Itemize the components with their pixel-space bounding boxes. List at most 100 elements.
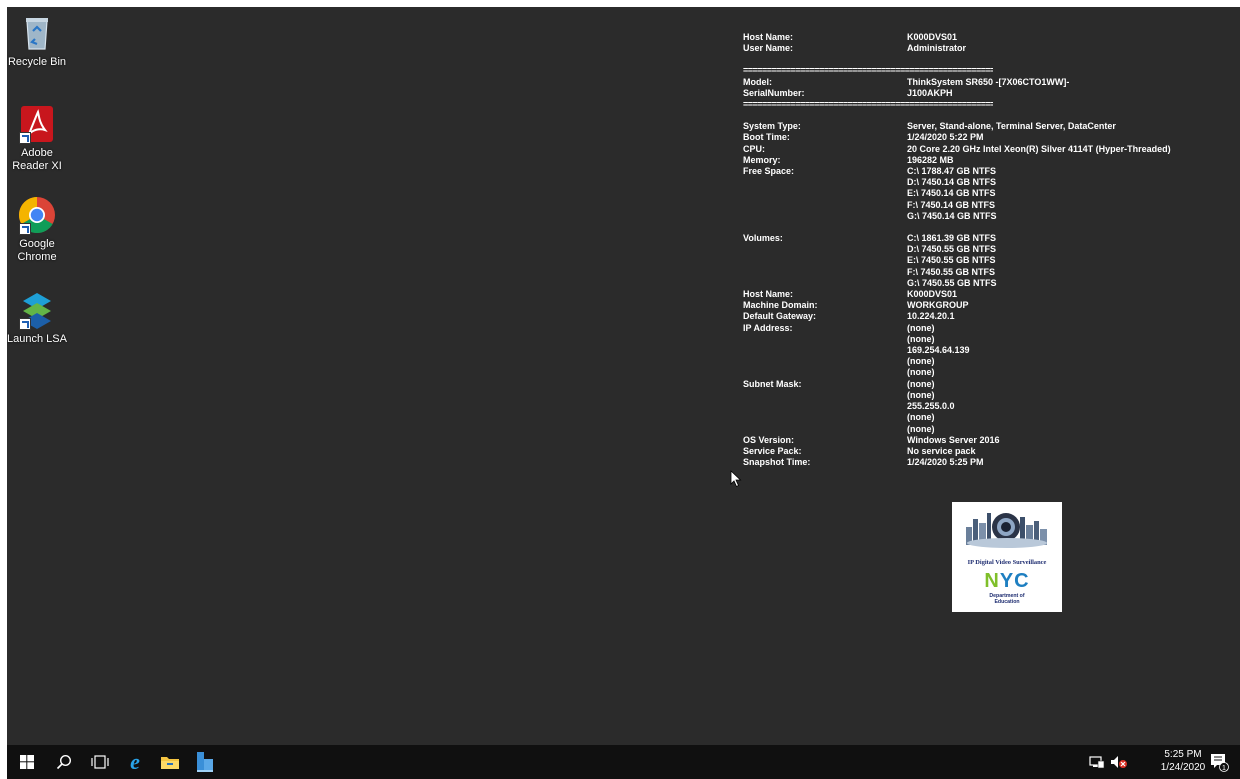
info-label: OS Version: — [743, 434, 795, 445]
tray-clock[interactable]: 5:25 PM 1/24/2020 — [1158, 748, 1208, 774]
free-space-drive: C:\ 1788.47 GB NTFS — [907, 166, 997, 177]
start-button[interactable] — [10, 745, 44, 779]
subnet-mask-entry: (none) — [907, 412, 935, 423]
internet-explorer-icon: e — [130, 751, 140, 773]
desktop-icon-label: Recycle Bin — [7, 56, 67, 68]
notification-icon: 1 — [1211, 754, 1229, 772]
info-label: Volumes: — [743, 233, 783, 244]
info-value-free-space: C:\ 1788.47 GB NTFS D:\ 7450.14 GB NTFS … — [907, 166, 997, 222]
info-value-model: ThinkSystem SR650 -[7X06CTO1WW]- — [907, 76, 1070, 87]
info-value-user-name: Administrator — [907, 43, 967, 54]
free-space-drive: D:\ 7450.14 GB NTFS — [907, 177, 997, 188]
ip-address-entry: (none) — [907, 356, 935, 367]
info-label: IP Address: — [743, 322, 793, 333]
search-icon — [56, 754, 72, 770]
info-row-subnet-mask: Subnet Mask: (none) (none) 255.255.0.0 (… — [743, 379, 1240, 435]
info-label: SerialNumber: — [743, 87, 805, 98]
action-center-button[interactable]: 1 — [1204, 745, 1234, 779]
taskbar: e 5:25 PM 1/24/2020 1 — [7, 745, 1240, 779]
notification-count: 1 — [1222, 765, 1226, 772]
info-row-user-name: User Name: Administrator — [743, 43, 1240, 54]
info-label: Boot Time: — [743, 132, 790, 143]
system-info-panel: Host Name: K000DVS01 User Name: Administ… — [743, 32, 1240, 468]
info-value-ip-address: (none) (none) 169.254.64.139 (none) (non… — [907, 323, 970, 379]
logo-department: Department of Education — [952, 593, 1062, 605]
info-row-free-space: Free Space: C:\ 1788.47 GB NTFS D:\ 7450… — [743, 166, 1240, 222]
desktop-icon-label: Google Chrome — [17, 238, 57, 263]
tray-volume-button[interactable] — [1108, 745, 1130, 779]
info-value-default-gateway: 10.224.20.1 — [907, 311, 955, 322]
separator-line: ========================================… — [743, 65, 993, 76]
info-value-os-version: Windows Server 2016 — [907, 434, 1000, 445]
info-value-memory: 196282 MB — [907, 154, 954, 165]
desktop-icon-adobe-reader[interactable]: Adobe Reader XI — [7, 104, 69, 173]
adobe-reader-icon — [17, 104, 57, 144]
info-row-os-version: OS Version: Windows Server 2016 — [743, 435, 1240, 446]
info-row-system-type: System Type: Server, Stand-alone, Termin… — [743, 121, 1240, 132]
nyc-doe-surveillance-logo: IP Digital Video Surveillance NYC Depart… — [952, 502, 1062, 612]
chrome-icon — [17, 195, 57, 235]
info-label: Host Name: — [743, 289, 794, 300]
info-value-service-pack: No service pack — [907, 445, 976, 456]
info-row-default-gateway: Default Gateway: 10.224.20.1 — [743, 311, 1240, 322]
server-manager-icon — [197, 752, 213, 772]
desktop-icon-recycle-bin[interactable]: Recycle Bin — [7, 13, 69, 69]
nyc-letter-n: N — [984, 570, 1000, 592]
info-row-model: Model: ThinkSystem SR650 -[7X06CTO1WW]- — [743, 77, 1240, 88]
info-label: Memory: — [743, 154, 781, 165]
subnet-mask-entry: (none) — [907, 378, 935, 389]
volume-drive: C:\ 1861.39 GB NTFS — [907, 233, 997, 244]
info-label: Machine Domain: — [743, 300, 818, 311]
search-button[interactable] — [47, 745, 81, 779]
info-label: System Type: — [743, 121, 801, 132]
info-row-serial: SerialNumber: J100AKPH — [743, 88, 1240, 99]
separator-line: ========================================… — [743, 99, 993, 110]
start-icon — [20, 755, 34, 769]
info-value-snapshot-time: 1/24/2020 5:25 PM — [907, 457, 984, 468]
info-label: Host Name: — [743, 32, 794, 42]
shortcut-arrow-icon — [19, 318, 31, 330]
info-label: Service Pack: — [743, 445, 802, 456]
task-view-icon — [91, 755, 109, 769]
info-row-ip-address: IP Address: (none) (none) 169.254.64.139… — [743, 323, 1240, 379]
server-manager-button[interactable] — [188, 745, 222, 779]
info-label: Snapshot Time: — [743, 457, 811, 468]
volume-muted-icon — [1111, 756, 1127, 768]
info-row-service-pack: Service Pack: No service pack — [743, 446, 1240, 457]
info-value-subnet-mask: (none) (none) 255.255.0.0 (none) (none) — [907, 379, 955, 435]
volume-drive: D:\ 7450.55 GB NTFS — [907, 244, 997, 255]
info-row-host-name: Host Name: K000DVS01 — [743, 32, 1240, 43]
mouse-cursor-icon — [730, 470, 742, 488]
info-row-host-name-2: Host Name: K000DVS01 — [743, 289, 1240, 300]
info-row-snapshot-time: Snapshot Time: 1/24/2020 5:25 PM — [743, 457, 1240, 468]
free-space-drive: G:\ 7450.14 GB NTFS — [907, 210, 997, 221]
shortcut-arrow-icon — [19, 223, 31, 235]
logo-department-line2: Education — [994, 599, 1020, 605]
subnet-mask-entry: 255.255.0.0 — [907, 401, 955, 412]
info-value-machine-domain: WORKGROUP — [907, 300, 969, 311]
lsa-icon — [17, 290, 57, 330]
task-view-button[interactable] — [83, 745, 117, 779]
nyc-letter-y: Y — [999, 570, 1015, 592]
info-value-host-name: K000DVS01 — [907, 32, 958, 42]
internet-explorer-button[interactable]: e — [118, 745, 152, 779]
info-row-boot-time: Boot Time: 1/24/2020 5:22 PM — [743, 132, 1240, 143]
info-label: Model: — [743, 76, 772, 87]
desktop-icon-label: Adobe Reader XI — [12, 147, 62, 172]
info-value-boot-time: 1/24/2020 5:22 PM — [907, 132, 984, 143]
subnet-mask-entry: (none) — [907, 423, 935, 434]
clock-date: 1/24/2020 — [1160, 762, 1206, 773]
nyc-wordmark: NYC — [952, 570, 1062, 593]
free-space-drive: F:\ 7450.14 GB NTFS — [907, 199, 996, 210]
subnet-mask-entry: (none) — [907, 389, 935, 400]
file-explorer-icon — [161, 757, 179, 769]
info-row-machine-domain: Machine Domain: WORKGROUP — [743, 300, 1240, 311]
tray-network-button[interactable] — [1086, 745, 1108, 779]
info-label: Default Gateway: — [743, 311, 817, 322]
desktop-icon-launch-lsa[interactable]: Launch LSA — [7, 290, 69, 346]
network-icon — [1089, 756, 1105, 769]
file-explorer-button[interactable] — [153, 745, 187, 779]
desktop-icon-google-chrome[interactable]: Google Chrome — [7, 195, 69, 264]
info-row-volumes: Volumes: C:\ 1861.39 GB NTFS D:\ 7450.55… — [743, 233, 1240, 289]
desktop[interactable]: Recycle Bin Adobe Reader XI Google Chrom… — [7, 7, 1240, 779]
